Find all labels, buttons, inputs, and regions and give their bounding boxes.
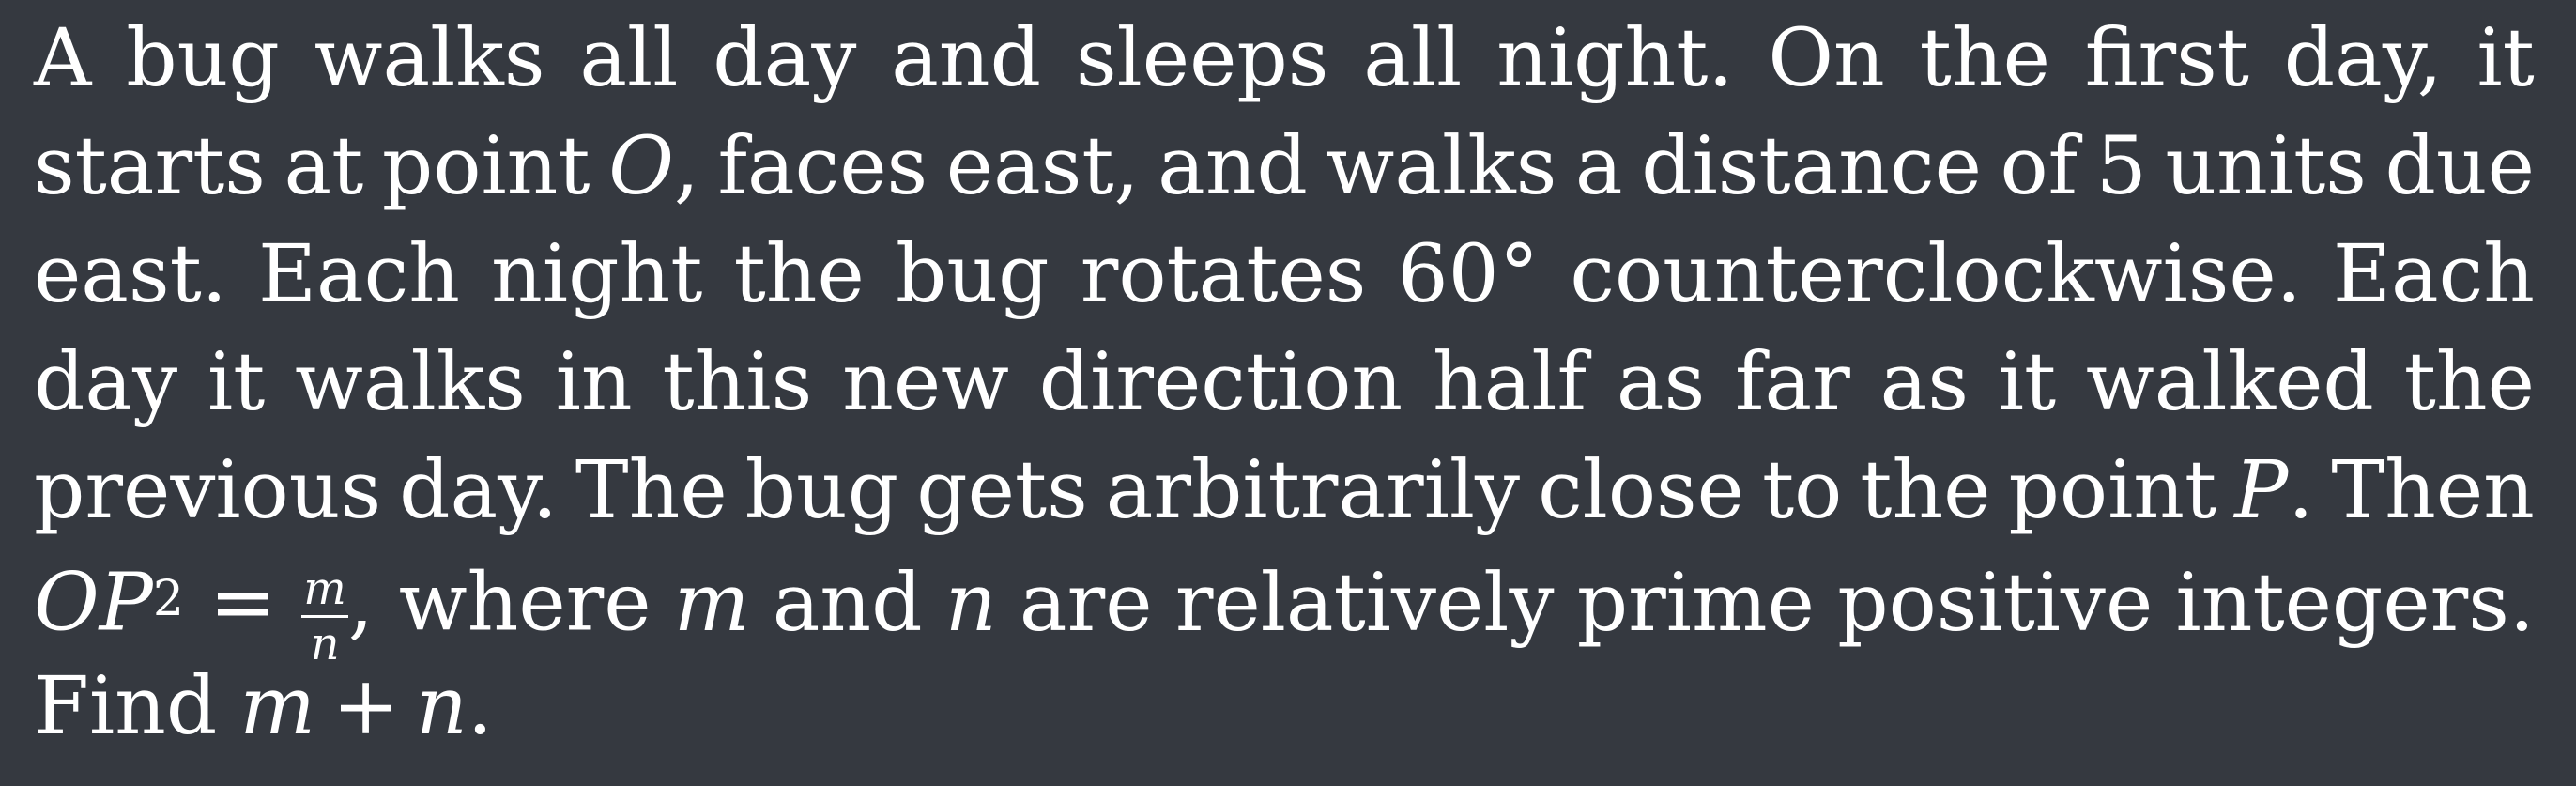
word: the bbox=[2403, 336, 2535, 429]
word: the bbox=[1860, 444, 1991, 537]
word: walked bbox=[2086, 336, 2374, 429]
math-variable-n: n bbox=[416, 660, 468, 753]
fraction: m n bbox=[301, 566, 348, 667]
word: close bbox=[1538, 444, 1744, 537]
math-op: OP bbox=[34, 556, 153, 650]
word: faces bbox=[717, 120, 928, 213]
word: and bbox=[891, 12, 1042, 105]
word: units bbox=[2165, 120, 2367, 213]
angle-value: 60° bbox=[1397, 228, 1540, 321]
word: first bbox=[2084, 12, 2249, 105]
word: relatively bbox=[1174, 556, 1555, 650]
word: day, bbox=[2283, 12, 2443, 105]
exponent: 2 bbox=[152, 570, 184, 627]
word: point bbox=[381, 120, 590, 213]
word: positive bbox=[1837, 556, 2154, 650]
word: On bbox=[1768, 12, 1885, 105]
word: it bbox=[1998, 336, 2057, 429]
word: point bbox=[2008, 444, 2217, 537]
word: day. bbox=[399, 444, 558, 537]
word: sleeps bbox=[1075, 12, 1329, 105]
word: of bbox=[2000, 120, 2078, 213]
word: east, bbox=[945, 120, 1140, 213]
problem-line-6: OP2 = m n , where m and n are relatively… bbox=[34, 556, 2535, 668]
word: Find bbox=[34, 660, 218, 753]
word: east. bbox=[34, 228, 227, 321]
period: . bbox=[467, 660, 493, 753]
word: at bbox=[284, 120, 364, 213]
word: integers. bbox=[2175, 556, 2535, 650]
math-variable-m: m bbox=[239, 660, 315, 753]
word: it bbox=[2476, 12, 2535, 105]
word: bug bbox=[895, 228, 1050, 321]
problem-line-4: day it walks in this new direction half … bbox=[34, 343, 2535, 437]
word: The bbox=[575, 444, 728, 537]
word: walks bbox=[295, 336, 526, 429]
word: night bbox=[491, 228, 703, 321]
word: night. bbox=[1496, 12, 1734, 105]
word: gets bbox=[916, 444, 1088, 537]
word: bug bbox=[126, 12, 280, 105]
word: as bbox=[1879, 336, 1969, 429]
number: 5 bbox=[2095, 120, 2147, 213]
word: due bbox=[2384, 120, 2535, 213]
word: Then bbox=[2331, 444, 2535, 537]
word: new bbox=[842, 336, 1009, 429]
word: bug bbox=[744, 444, 899, 537]
math-variable-o: O bbox=[608, 120, 674, 213]
word: and bbox=[772, 556, 923, 650]
problem-line-7: Find m + n . bbox=[34, 667, 2535, 761]
problem-line-2: starts at point O, faces east, and walks… bbox=[34, 127, 2535, 221]
word: a bbox=[1574, 120, 1623, 213]
word: prime bbox=[1576, 556, 1815, 650]
word: are bbox=[1019, 556, 1153, 650]
word: all bbox=[1363, 12, 1463, 105]
math-variable-p: P bbox=[2234, 444, 2289, 537]
problem-statement: A bug walks all day and sleeps all night… bbox=[0, 0, 2576, 786]
equation: OP2 = m n , where bbox=[34, 556, 652, 668]
word: previous bbox=[34, 444, 382, 537]
word: , where bbox=[347, 556, 652, 650]
word: the bbox=[733, 228, 865, 321]
word: to bbox=[1761, 444, 1843, 537]
word: as bbox=[1616, 336, 1706, 429]
word: Each bbox=[2332, 228, 2535, 321]
word: walks bbox=[314, 12, 545, 105]
word: day bbox=[713, 12, 857, 105]
word: rotates bbox=[1080, 228, 1367, 321]
word: far bbox=[1735, 336, 1850, 429]
word: Each bbox=[257, 228, 461, 321]
word: and bbox=[1158, 120, 1308, 213]
word: distance bbox=[1641, 120, 1982, 213]
problem-line-5: previous day. The bug gets arbitrarily c… bbox=[34, 451, 2535, 545]
equals-sign: = bbox=[209, 556, 277, 650]
word: half bbox=[1432, 336, 1587, 429]
point-o-word: O, bbox=[608, 127, 699, 207]
word: counterclockwise. bbox=[1570, 228, 2302, 321]
word: direction bbox=[1038, 336, 1403, 429]
plus-sign: + bbox=[331, 660, 400, 753]
word: it bbox=[207, 336, 266, 429]
word: A bbox=[34, 12, 92, 105]
comma: , bbox=[673, 120, 699, 213]
word: the bbox=[1919, 12, 2050, 105]
fraction-numerator: m bbox=[301, 566, 348, 618]
word: in bbox=[555, 336, 633, 429]
word: this bbox=[662, 336, 813, 429]
problem-line-3: east. Each night the bug rotates 60° cou… bbox=[34, 235, 2535, 329]
problem-line-1: A bug walks all day and sleeps all night… bbox=[34, 19, 2535, 113]
word: all bbox=[579, 12, 679, 105]
math-variable-m: m bbox=[673, 556, 750, 650]
math-variable-n: n bbox=[944, 556, 997, 650]
word: arbitrarily bbox=[1105, 444, 1521, 537]
word: day bbox=[34, 336, 178, 429]
word: walks bbox=[1326, 120, 1557, 213]
period: . bbox=[2288, 444, 2314, 537]
word: starts bbox=[34, 120, 266, 213]
point-p-word: P. bbox=[2234, 451, 2313, 531]
